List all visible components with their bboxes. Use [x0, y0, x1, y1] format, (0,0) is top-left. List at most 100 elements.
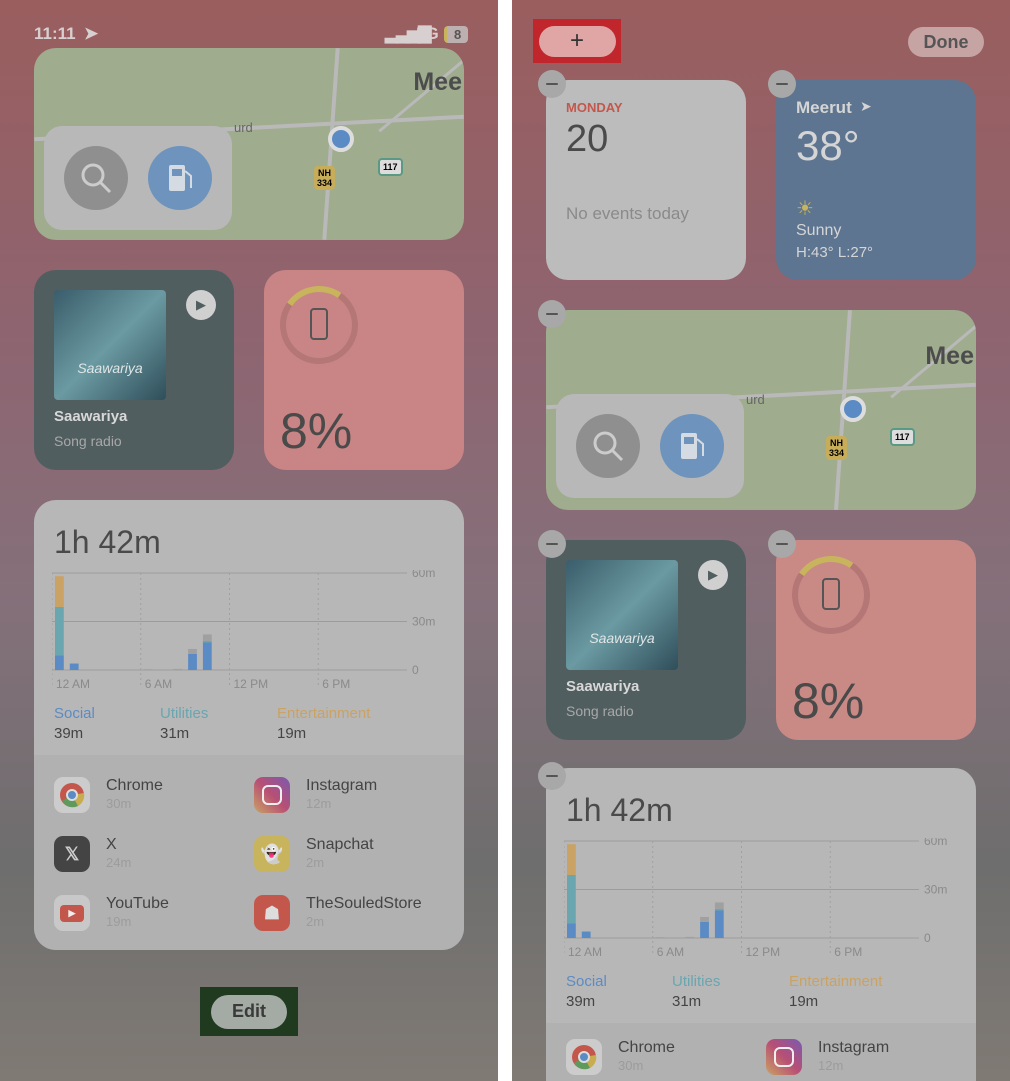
app-item-x[interactable]: 𝕏 X 24m	[54, 832, 254, 876]
screen-time-widget[interactable]: 1h 42m 60m 30m 0 12 AM 6 AM 12 PM 6 PM Social 3…	[546, 768, 976, 1081]
remove-battery-button[interactable]	[768, 530, 796, 558]
music-title: Saawariya	[566, 678, 640, 695]
calendar-events: No events today	[566, 204, 689, 223]
x-tick-label: 6 PM	[322, 677, 350, 691]
sun-icon: ☀	[796, 198, 814, 220]
instagram-icon	[254, 777, 290, 813]
bar-social	[188, 653, 197, 670]
x-tick-label: 6 AM	[657, 945, 684, 959]
battery-percent: 8%	[792, 673, 865, 729]
map-fuel-button[interactable]	[660, 414, 724, 478]
album-art: Saawariya	[54, 290, 166, 400]
weather-condition: Sunny	[796, 222, 842, 239]
bar-other	[173, 668, 183, 670]
app-item-snapchat[interactable]: 👻 Snapchat 2m	[254, 832, 454, 876]
app-item-thesouledstore[interactable]: ☗ TheSouledStore 2m	[254, 891, 454, 935]
weather-temp: 38°	[796, 122, 860, 169]
location-arrow-icon: ➤	[84, 24, 99, 43]
category-social: Social 39m	[54, 705, 95, 742]
highway-shield-nh334: NH 334	[314, 166, 336, 190]
bar-other	[188, 648, 197, 654]
maps-widget[interactable]: Mee urd NH 334 117	[34, 48, 464, 240]
add-widget-button[interactable]: +	[538, 25, 616, 57]
status-time: 11:11	[34, 24, 76, 43]
map-search-button[interactable]	[64, 146, 128, 210]
play-button[interactable]: ▶	[698, 560, 728, 590]
app-item-chrome[interactable]: Chrome 30m	[566, 1035, 766, 1079]
network-label: 5G	[416, 24, 439, 43]
screen-time-total: 1h 42m	[54, 524, 161, 560]
bar-social	[700, 921, 709, 938]
usage-chart: 60m 30m 0 12 AM 6 AM 12 PM 6 PM	[564, 838, 947, 959]
app-item-chrome[interactable]: Chrome 30m	[54, 773, 254, 817]
usage-chart: 60m 30m 0 12 AM 6 AM 12 PM 6 PM	[52, 570, 435, 691]
x-tick-label: 6 AM	[145, 677, 172, 691]
bar-other	[685, 936, 695, 938]
highway-shield-117: 117	[378, 158, 403, 176]
weather-hilo: H:43° L:27°	[796, 244, 874, 261]
bar-utilities	[55, 606, 64, 656]
calendar-day: MONDAY	[566, 100, 623, 115]
y-tick-label: 0	[412, 663, 419, 677]
map-actions	[44, 126, 232, 230]
x-tick-label: 12 PM	[746, 945, 781, 959]
weather-widget[interactable]: Meerut ➤ 38° ☀ Sunny H:43° L:27°	[776, 80, 976, 280]
bar-social	[55, 655, 64, 670]
remove-calendar-button[interactable]	[538, 70, 566, 98]
edit-mode-panel: + Done MONDAY 20 No events today Meerut …	[512, 0, 1010, 1081]
screen-time-total: 1h 42m	[566, 792, 673, 828]
remove-music-button[interactable]	[538, 530, 566, 558]
y-tick-label: 60m	[924, 838, 947, 848]
bar-entertainment	[567, 844, 576, 875]
phone-icon	[310, 308, 328, 340]
remove-weather-button[interactable]	[768, 70, 796, 98]
category-utilities: Utilities 31m	[160, 705, 209, 742]
app-item-instagram[interactable]: Instagram 12m	[254, 773, 454, 817]
app-item-instagram[interactable]: Instagram 12m	[766, 1035, 966, 1079]
map-fuel-button[interactable]	[148, 146, 212, 210]
bar-other	[655, 937, 665, 938]
category-entertainment: Entertainment 19m	[277, 705, 371, 742]
map-city-label: Mee	[413, 68, 462, 96]
remove-screen-time-button[interactable]	[538, 762, 566, 790]
fuel-pump-icon	[169, 165, 192, 191]
chrome-icon	[566, 1039, 602, 1075]
x-tick-label: 12 AM	[568, 945, 602, 959]
edit-button[interactable]: Edit	[211, 994, 287, 1029]
x-tick-label: 12 PM	[234, 677, 269, 691]
battery-indicator: 8	[444, 26, 469, 43]
music-widget[interactable]: Saawariya ▶ Saawariya Song radio	[34, 270, 234, 470]
calendar-widget[interactable]: MONDAY 20 No events today	[546, 80, 746, 280]
music-widget[interactable]: Saawariya ▶ Saawariya Song radio	[546, 540, 746, 740]
x-tick-label: 12 AM	[56, 677, 90, 691]
weather-city: Meerut	[796, 98, 852, 117]
bar-entertainment	[55, 576, 64, 607]
play-button[interactable]: ▶	[186, 290, 216, 320]
album-art: Saawariya	[566, 560, 678, 670]
bar-other	[143, 669, 153, 670]
highway-shield-nh334: NH 334	[826, 436, 848, 460]
maps-widget[interactable]: Mee urd NH 334 117	[546, 310, 976, 510]
x-tick-label: 6 PM	[834, 945, 862, 959]
current-location-pin	[840, 396, 866, 422]
battery-percent: 8%	[280, 403, 353, 459]
remove-maps-button[interactable]	[538, 300, 566, 328]
battery-widget[interactable]: 8%	[264, 270, 464, 470]
app-item-youtube[interactable]: ▶ YouTube 19m	[54, 891, 254, 935]
fuel-pump-icon	[681, 433, 704, 459]
map-search-button[interactable]	[576, 414, 640, 478]
search-icon	[593, 431, 624, 462]
bar-social	[202, 642, 212, 670]
bar-other	[714, 902, 724, 909]
done-button[interactable]: Done	[908, 27, 984, 57]
y-tick-label: 30m	[924, 883, 947, 897]
bar-social	[567, 923, 576, 938]
bar-other	[202, 634, 212, 641]
music-subtitle: Song radio	[566, 703, 634, 719]
battery-widget[interactable]: 8%	[776, 540, 976, 740]
instagram-icon	[766, 1039, 802, 1075]
category-utilities: Utilities 31m	[672, 973, 721, 1010]
search-icon	[81, 163, 112, 194]
screen-time-widget[interactable]: 1h 42m 60m 30m 0 12 AM 6 AM 12 PM 6 PM Social 3…	[34, 500, 464, 950]
bar-utilities	[567, 874, 576, 924]
